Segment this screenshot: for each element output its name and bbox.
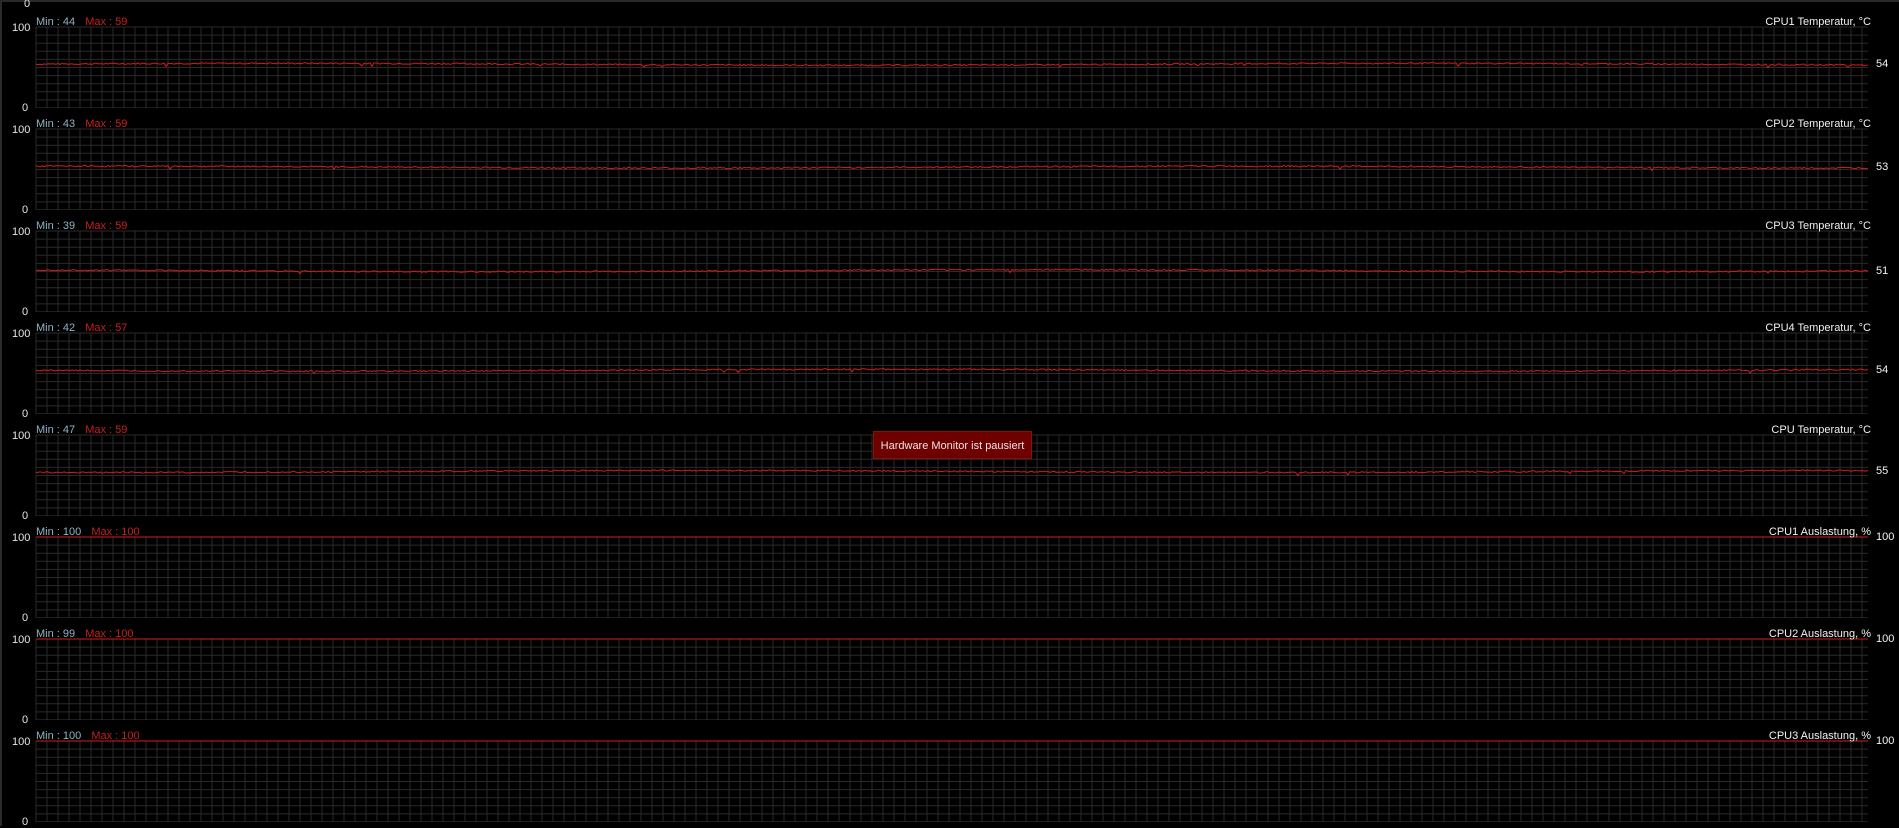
min-max-readout: Min : 39 Max : 59 <box>36 220 127 232</box>
y-axis-max-label: 100 <box>12 532 31 544</box>
graph-grid <box>35 536 1868 618</box>
min-max-readout: Min : 47 Max : 59 <box>36 424 127 436</box>
grid-lines <box>35 536 1868 618</box>
min-max-readout: Min : 99 Max : 100 <box>36 628 134 640</box>
min-value: Min : 99 <box>36 628 76 640</box>
grid-lines <box>35 332 1868 414</box>
y-axis-max-label: 100 <box>12 430 31 442</box>
min-value: Min : 39 <box>36 220 76 232</box>
current-value: 53 <box>1876 161 1889 174</box>
max-value: Max : 59 <box>85 118 128 130</box>
y-axis-max-label: 100 <box>12 634 31 646</box>
current-value: 54 <box>1876 58 1889 71</box>
grid-lines <box>35 128 1868 210</box>
current-value: 100 <box>1876 531 1895 543</box>
graph-title: CPU3 Temperatur, °C <box>1765 220 1871 232</box>
grid-lines <box>35 638 1868 720</box>
graph-title: CPU4 Temperatur, °C <box>1765 322 1871 334</box>
min-value: Min : 44 <box>36 16 76 28</box>
max-value: Max : 100 <box>91 526 140 538</box>
y-axis-max-label: 100 <box>12 328 31 340</box>
max-value: Max : 100 <box>91 730 140 742</box>
y-axis-max-label: 100 <box>12 736 31 748</box>
y-axis-max-label: 100 <box>12 124 31 136</box>
y-axis-max-label: 100 <box>12 226 31 238</box>
max-value: Max : 59 <box>85 424 128 436</box>
graph-grid <box>35 26 1869 108</box>
min-value: Min : 100 <box>36 526 82 538</box>
graph-title: CPU2 Temperatur, °C <box>1765 118 1871 130</box>
graph-grid <box>35 740 1868 822</box>
graph-title: CPU1 Auslastung, % <box>1768 526 1871 538</box>
graph-title: CPU3 Auslastung, % <box>1768 730 1871 742</box>
max-value: Max : 57 <box>85 322 128 334</box>
graph-title: CPU2 Auslastung, % <box>1768 628 1871 640</box>
graph-title: CPU Temperatur, °C <box>1771 424 1871 436</box>
hardware-monitor-graphs: 0 100 0 Min : 44 Max : 59 CPU1 Temperatu… <box>0 0 1899 828</box>
min-max-readout: Min : 100 Max : 100 <box>36 730 140 742</box>
min-max-readout: Min : 42 Max : 57 <box>36 322 127 334</box>
graph-grid <box>35 128 1869 210</box>
current-value: 100 <box>1876 735 1895 747</box>
min-value: Min : 100 <box>36 730 82 742</box>
current-value: 51 <box>1876 264 1889 277</box>
grid-lines <box>35 26 1868 108</box>
y-axis-min-label: 0 <box>22 816 29 828</box>
min-max-readout: Min : 43 Max : 59 <box>36 118 127 130</box>
graph-grid <box>35 434 1869 516</box>
graph-panel-cpu3-temperature[interactable]: 100 0 Min : 39 Max : 59 CPU3 Temperatur,… <box>2 210 1899 318</box>
graph-panel-cpu1-utilization[interactable]: 100 0 Min : 100 Max : 100 CPU1 Auslastun… <box>2 516 1899 624</box>
min-max-readout: Min : 44 Max : 59 <box>36 16 127 28</box>
max-value: Max : 59 <box>85 16 128 28</box>
min-max-readout: Min : 100 Max : 100 <box>36 526 140 538</box>
max-value: Max : 59 <box>85 220 128 232</box>
graph-panel-cpu2-temperature[interactable]: 100 0 Min : 43 Max : 59 CPU2 Temperatur,… <box>2 108 1899 216</box>
min-value: Min : 42 <box>36 322 76 334</box>
grid-lines <box>35 740 1868 822</box>
graph-panel-cpu2-utilization[interactable]: 100 0 Min : 99 Max : 100 CPU2 Auslastung… <box>2 618 1899 726</box>
graph-panel-cpu4-temperature[interactable]: 100 0 Min : 42 Max : 57 CPU4 Temperatur,… <box>2 312 1899 420</box>
graph-title: CPU1 Temperatur, °C <box>1765 16 1871 28</box>
current-value: 54 <box>1876 364 1889 377</box>
graph-grid <box>35 230 1869 312</box>
current-value: 100 <box>1876 633 1895 645</box>
graph-panel-cpu-temperature[interactable]: 100 0 Min : 47 Max : 59 CPU Temperatur, … <box>2 414 1899 522</box>
paused-status-badge: Hardware Monitor ist pausiert <box>873 431 1032 459</box>
max-value: Max : 100 <box>85 628 134 640</box>
min-value: Min : 47 <box>36 424 76 436</box>
graph-panel-cpu3-utilization[interactable]: 100 0 Min : 100 Max : 100 CPU3 Auslastun… <box>2 720 1899 828</box>
graph-grid <box>35 332 1869 414</box>
y-axis-max-label: 100 <box>12 22 31 34</box>
min-value: Min : 43 <box>36 118 76 130</box>
current-value: 55 <box>1876 465 1889 478</box>
graph-grid <box>35 638 1868 720</box>
graph-panel-cpu1-temperature[interactable]: 100 0 Min : 44 Max : 59 CPU1 Temperatur,… <box>2 6 1899 114</box>
